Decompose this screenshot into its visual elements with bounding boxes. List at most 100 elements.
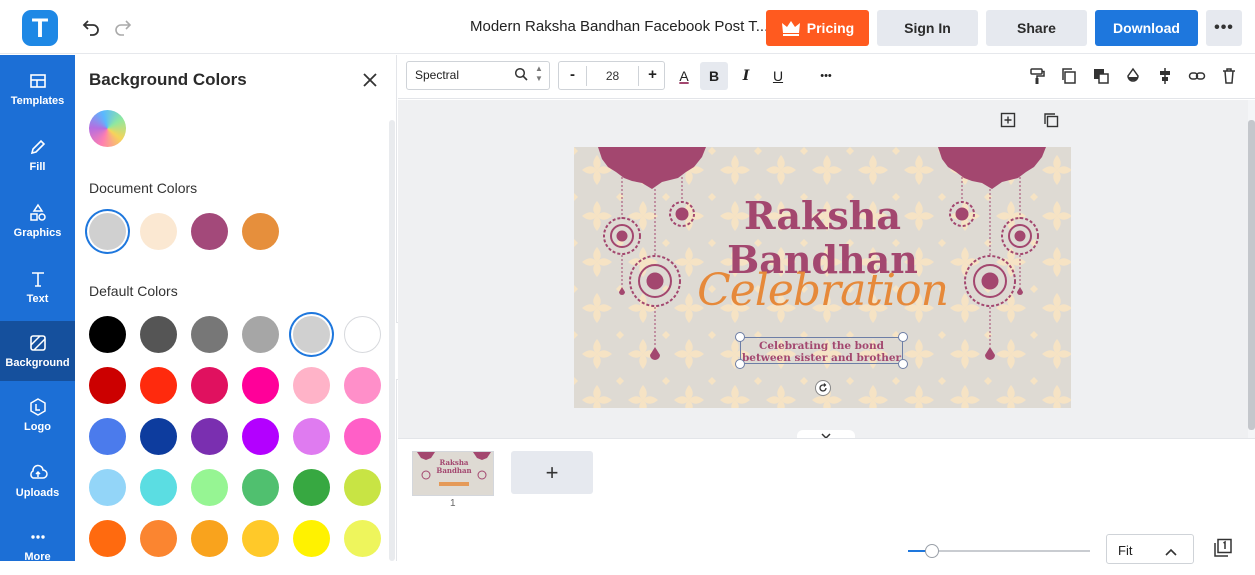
default-color-swatch[interactable] [140, 316, 177, 353]
download-button[interactable]: Download [1095, 10, 1198, 46]
default-color-swatch[interactable] [293, 520, 330, 557]
duplicate-page-icon[interactable] [1043, 112, 1061, 130]
design-tagline-selected[interactable]: Celebrating the bond between sister and … [740, 337, 903, 364]
default-color-swatch[interactable] [89, 316, 126, 353]
default-color-swatch[interactable] [191, 367, 228, 404]
default-color-swatch[interactable] [140, 367, 177, 404]
default-color-swatch[interactable] [242, 316, 279, 353]
default-color-swatch[interactable] [242, 469, 279, 506]
font-family-select[interactable]: Spectral ▲ ▼ [406, 61, 550, 90]
rail-item-templates[interactable]: Templates [0, 59, 75, 119]
bold-button[interactable]: B [700, 62, 728, 90]
italic-button[interactable]: I [732, 62, 760, 90]
crown-icon [781, 21, 800, 36]
text-color-button[interactable]: A [670, 62, 698, 90]
sign-in-button[interactable]: Sign In [877, 10, 978, 46]
document-color-swatch[interactable] [191, 213, 228, 250]
more-format-button[interactable]: ••• [812, 62, 840, 90]
resize-handle-top-left[interactable] [735, 332, 745, 342]
zoom-slider[interactable] [908, 544, 1090, 558]
default-color-swatch[interactable] [344, 418, 381, 455]
format-toolbar: Spectral ▲ ▼ - 28 + A B I U ••• [398, 55, 1255, 99]
layer-order-icon[interactable] [1092, 67, 1110, 85]
default-color-swatch[interactable] [140, 418, 177, 455]
font-size-value[interactable]: 28 [587, 69, 638, 83]
design-script-text[interactable]: Celebration [574, 265, 1071, 316]
default-color-swatch[interactable] [344, 316, 381, 353]
default-color-swatch[interactable] [344, 367, 381, 404]
document-color-swatch[interactable] [242, 213, 279, 250]
text-icon [31, 272, 44, 287]
default-color-swatch[interactable] [89, 469, 126, 506]
decrease-size-button[interactable]: - [559, 66, 587, 86]
custom-color-picker[interactable] [89, 110, 126, 147]
panel-scrollbar[interactable] [389, 120, 395, 561]
rail-item-fill[interactable]: Fill [0, 125, 75, 185]
default-color-swatch[interactable] [191, 316, 228, 353]
undo-icon[interactable] [80, 16, 102, 38]
more-options-button[interactable]: ••• [1206, 10, 1242, 46]
default-color-swatch[interactable] [89, 367, 126, 404]
resize-handle-bottom-left[interactable] [735, 359, 745, 369]
default-color-swatch[interactable] [140, 520, 177, 557]
default-color-swatch[interactable] [191, 418, 228, 455]
rail-item-text[interactable]: Text [0, 257, 75, 317]
default-color-swatch[interactable] [242, 418, 279, 455]
rail-item-uploads[interactable]: Uploads [0, 451, 75, 511]
page-number: 1 [450, 498, 456, 509]
rail-item-graphics[interactable]: Graphics [0, 191, 75, 251]
pages-strip: Raksha Bandhan 1 + Fit [398, 438, 1255, 564]
paint-format-icon[interactable] [1028, 67, 1046, 85]
trash-icon[interactable] [1220, 67, 1238, 85]
default-color-swatch[interactable] [191, 520, 228, 557]
resize-handle-bottom-right[interactable] [898, 359, 908, 369]
rail-item-background[interactable]: Background [0, 321, 75, 381]
default-color-swatch[interactable] [344, 469, 381, 506]
default-color-swatch[interactable] [242, 367, 279, 404]
rail-item-more[interactable]: More [0, 515, 75, 575]
underline-button[interactable]: U [764, 62, 792, 90]
page-grid-icon[interactable] [1213, 538, 1233, 558]
app-logo[interactable]: T [22, 10, 58, 46]
rotate-handle[interactable] [815, 380, 831, 396]
default-color-swatch[interactable] [140, 469, 177, 506]
document-color-swatch[interactable] [89, 213, 126, 250]
redo-icon[interactable] [112, 16, 134, 38]
default-color-swatch[interactable] [293, 418, 330, 455]
default-color-swatch[interactable] [191, 469, 228, 506]
default-color-swatch[interactable] [89, 520, 126, 557]
rail-label: More [24, 551, 51, 563]
zoom-select[interactable]: Fit [1106, 534, 1194, 564]
default-color-swatch[interactable] [89, 418, 126, 455]
default-color-swatch[interactable] [293, 469, 330, 506]
pricing-button[interactable]: Pricing [766, 10, 869, 46]
duplicate-icon[interactable] [1060, 67, 1078, 85]
add-page-icon[interactable] [1000, 112, 1018, 130]
resize-handle-top-right[interactable] [898, 332, 908, 342]
opacity-drop-icon[interactable] [1124, 67, 1142, 85]
document-colors-label: Document Colors [89, 180, 198, 196]
default-color-swatch[interactable] [293, 316, 330, 353]
page-thumbnail[interactable]: Raksha Bandhan [412, 451, 494, 496]
rail-label: Templates [10, 95, 65, 107]
design-title-line-1[interactable]: Raksha [574, 193, 1071, 238]
close-icon[interactable] [360, 70, 380, 90]
scrollbar-thumb[interactable] [1248, 120, 1255, 430]
default-color-swatch[interactable] [344, 520, 381, 557]
link-icon[interactable] [1188, 67, 1206, 85]
left-rail: Templates Fill Graphics Text Background … [0, 55, 75, 563]
design-canvas[interactable]: Raksha Bandhan Celebration Celebrating t… [574, 147, 1071, 408]
document-title[interactable]: Modern Raksha Bandhan Facebook Post T... [470, 18, 768, 35]
add-page-button[interactable]: + [511, 451, 593, 494]
default-color-swatch[interactable] [242, 520, 279, 557]
share-button[interactable]: Share [986, 10, 1087, 46]
font-stepper-icon[interactable]: ▲ ▼ [535, 64, 543, 84]
canvas-scrollbar[interactable] [1248, 100, 1255, 438]
align-center-icon[interactable] [1156, 67, 1174, 85]
rail-item-logo[interactable]: Logo [0, 385, 75, 445]
increase-size-button[interactable]: + [638, 66, 666, 86]
font-size-stepper[interactable]: - 28 + [558, 61, 665, 90]
zoom-slider-knob[interactable] [925, 544, 939, 558]
default-color-swatch[interactable] [293, 367, 330, 404]
document-color-swatch[interactable] [140, 213, 177, 250]
